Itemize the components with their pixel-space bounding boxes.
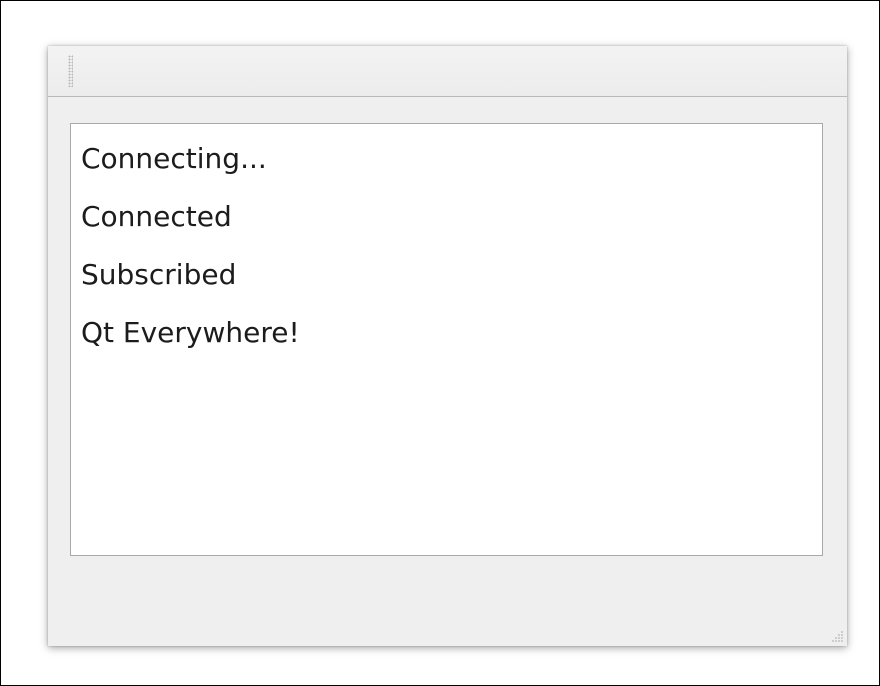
message-log[interactable]: Connecting... Connected Subscribed Qt Ev…	[70, 123, 823, 556]
screenshot-frame: Connecting... Connected Subscribed Qt Ev…	[0, 0, 880, 686]
toolbar-drag-handle[interactable]	[68, 55, 73, 87]
log-line: Connected	[81, 200, 232, 233]
toolbar	[48, 46, 847, 97]
log-line: Qt Everywhere!	[81, 316, 300, 349]
resize-grip-icon[interactable]	[830, 629, 844, 643]
log-line: Connecting...	[81, 142, 267, 175]
app-window: Connecting... Connected Subscribed Qt Ev…	[48, 46, 847, 646]
log-line: Subscribed	[81, 258, 237, 291]
